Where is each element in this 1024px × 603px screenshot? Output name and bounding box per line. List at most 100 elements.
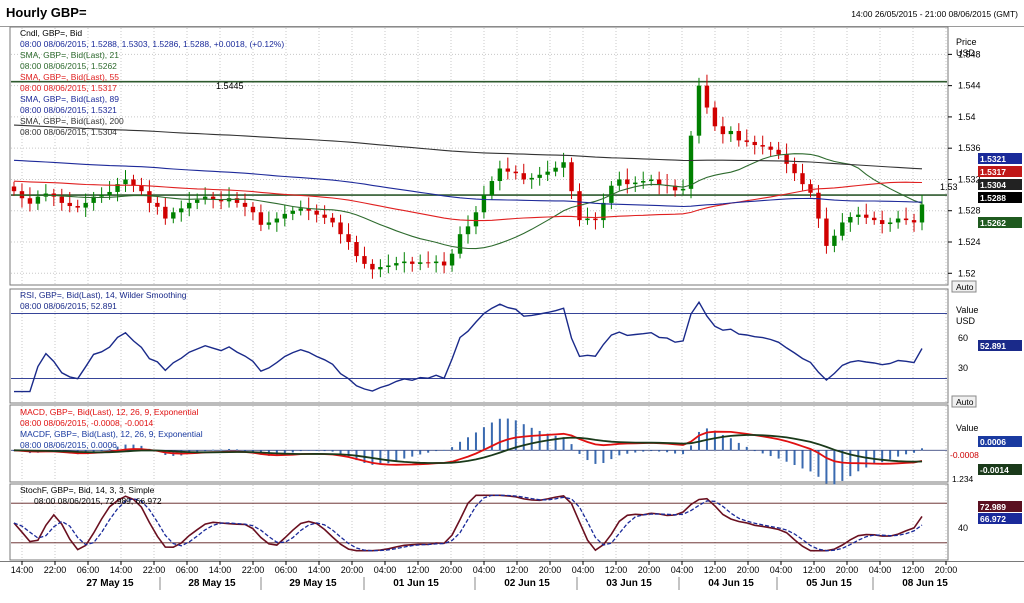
candle-body: [848, 216, 853, 223]
candle-body: [378, 267, 383, 270]
macd-hist-bar: [913, 450, 916, 453]
x-tick-label: 20:00: [737, 565, 760, 575]
candle-body: [704, 85, 710, 108]
candle-body: [242, 202, 248, 207]
date-range: 14:00 26/05/2015 - 21:00 08/06/2015 (GMT…: [851, 9, 1018, 19]
x-date-label: 05 Jun 15: [806, 578, 852, 589]
candle-body: [386, 265, 391, 268]
candle-body: [11, 186, 17, 192]
candle-body: [449, 253, 455, 266]
candle-body: [362, 256, 367, 264]
x-date-label: 04 Jun 15: [708, 578, 754, 589]
macd-hist-bar: [586, 450, 589, 461]
macd-hist-bar: [594, 450, 597, 464]
candle-body: [322, 214, 327, 218]
x-date-label: 29 May 15: [289, 578, 337, 589]
x-tick-label: 12:00: [803, 565, 826, 575]
candle-body: [107, 191, 112, 196]
x-tick-label: 14:00: [308, 565, 331, 575]
candle-body: [513, 171, 518, 174]
x-tick-label: 12:00: [704, 565, 727, 575]
x-tick-label: 22:00: [44, 565, 67, 575]
candle-body: [903, 218, 909, 221]
price-axis-label: Price: [956, 37, 977, 47]
x-tick-label: 12:00: [902, 565, 925, 575]
candle-body: [163, 206, 168, 219]
macd-hist-bar: [538, 430, 541, 451]
panel-frame: [9, 26, 949, 286]
macd-hist-bar: [873, 450, 876, 465]
macd-tick-1: -0.0008: [950, 450, 979, 460]
macd-hist-bar: [204, 450, 207, 452]
macd-hist-bar: [570, 444, 573, 451]
x-tick-label: 04:00: [473, 565, 496, 575]
candle-body: [879, 220, 885, 225]
candle-body: [99, 195, 104, 197]
x-date-label: 08 Jun 15: [902, 578, 948, 589]
x-date-label: 03 Jun 15: [606, 578, 652, 589]
candle-body: [179, 208, 184, 213]
macd-hist-bar: [243, 450, 246, 452]
candle-body: [481, 195, 487, 213]
candle-body: [680, 188, 686, 191]
x-tick-label: 06:00: [275, 565, 298, 575]
candle-body: [425, 262, 431, 264]
x-tick-label: 20:00: [440, 565, 463, 575]
candle-body: [489, 181, 495, 196]
candle-body: [561, 162, 566, 168]
price-tick-label: 1.532: [958, 174, 981, 184]
macd-hist-bar: [690, 445, 693, 451]
candle-body: [688, 135, 694, 189]
candle-body: [593, 218, 598, 221]
candle-body: [330, 217, 335, 223]
candle-body: [210, 196, 216, 199]
macd-hist-bar: [682, 450, 685, 455]
candle-body: [760, 145, 765, 147]
candle-body: [808, 184, 813, 193]
candle-body: [473, 212, 479, 227]
candle-body: [728, 130, 734, 135]
macd-hist-bar: [618, 450, 621, 456]
macd-hist-bar: [610, 450, 613, 460]
rsi-value-badge-text: 52.891: [980, 341, 1006, 351]
candle-body: [505, 168, 511, 172]
macd-hist-bar: [865, 450, 868, 468]
candle-body: [123, 179, 128, 185]
candle-body: [919, 204, 925, 223]
page-title: Hourly GBP=: [6, 5, 87, 20]
candle-body: [67, 202, 72, 207]
macd-hist-bar: [793, 450, 796, 466]
candle-body: [521, 173, 526, 180]
x-date-label: 01 Jun 15: [393, 578, 439, 589]
macd-hist-bar: [467, 437, 469, 451]
macd-hist-bar: [411, 450, 414, 457]
macd-hist-bar: [498, 418, 501, 451]
macd-hist-bar: [674, 450, 677, 454]
candle-body: [274, 218, 280, 223]
macd-hist-bar: [650, 450, 653, 452]
candle-body: [155, 202, 160, 207]
candle-body: [569, 162, 574, 192]
price-badge-text: 1.5321: [980, 154, 1006, 164]
candle-body: [617, 179, 622, 186]
stoch-legend: StochF, GBP=, Bid, 14, 3, 3, Simple08:00…: [20, 485, 162, 506]
macd-hist-bar: [100, 450, 103, 452]
candle-body: [553, 167, 558, 172]
candle-body: [298, 208, 303, 211]
macd-hist-bar: [435, 450, 438, 452]
candle-body: [895, 218, 901, 223]
x-tick-label: 22:00: [143, 565, 166, 575]
price-auto-label: Auto: [956, 282, 974, 292]
macd-hist-bar: [236, 449, 239, 451]
chart-canvas: Hourly GBP= 14:00 26/05/2015 - 21:00 08/…: [0, 0, 1024, 603]
candle-body: [887, 222, 893, 225]
price-legend-line: 08:00 08/06/2015, 1.5317: [20, 83, 117, 93]
macd-hist-bar: [395, 450, 398, 462]
x-tick-label: 04:00: [572, 565, 595, 575]
macd-hist-bar: [785, 450, 788, 462]
macd-hist-bar: [554, 435, 557, 451]
candle-body: [776, 149, 781, 155]
candle-body: [59, 196, 64, 203]
macd-hist-bar: [299, 450, 302, 452]
macd-hist-bar: [419, 450, 422, 455]
